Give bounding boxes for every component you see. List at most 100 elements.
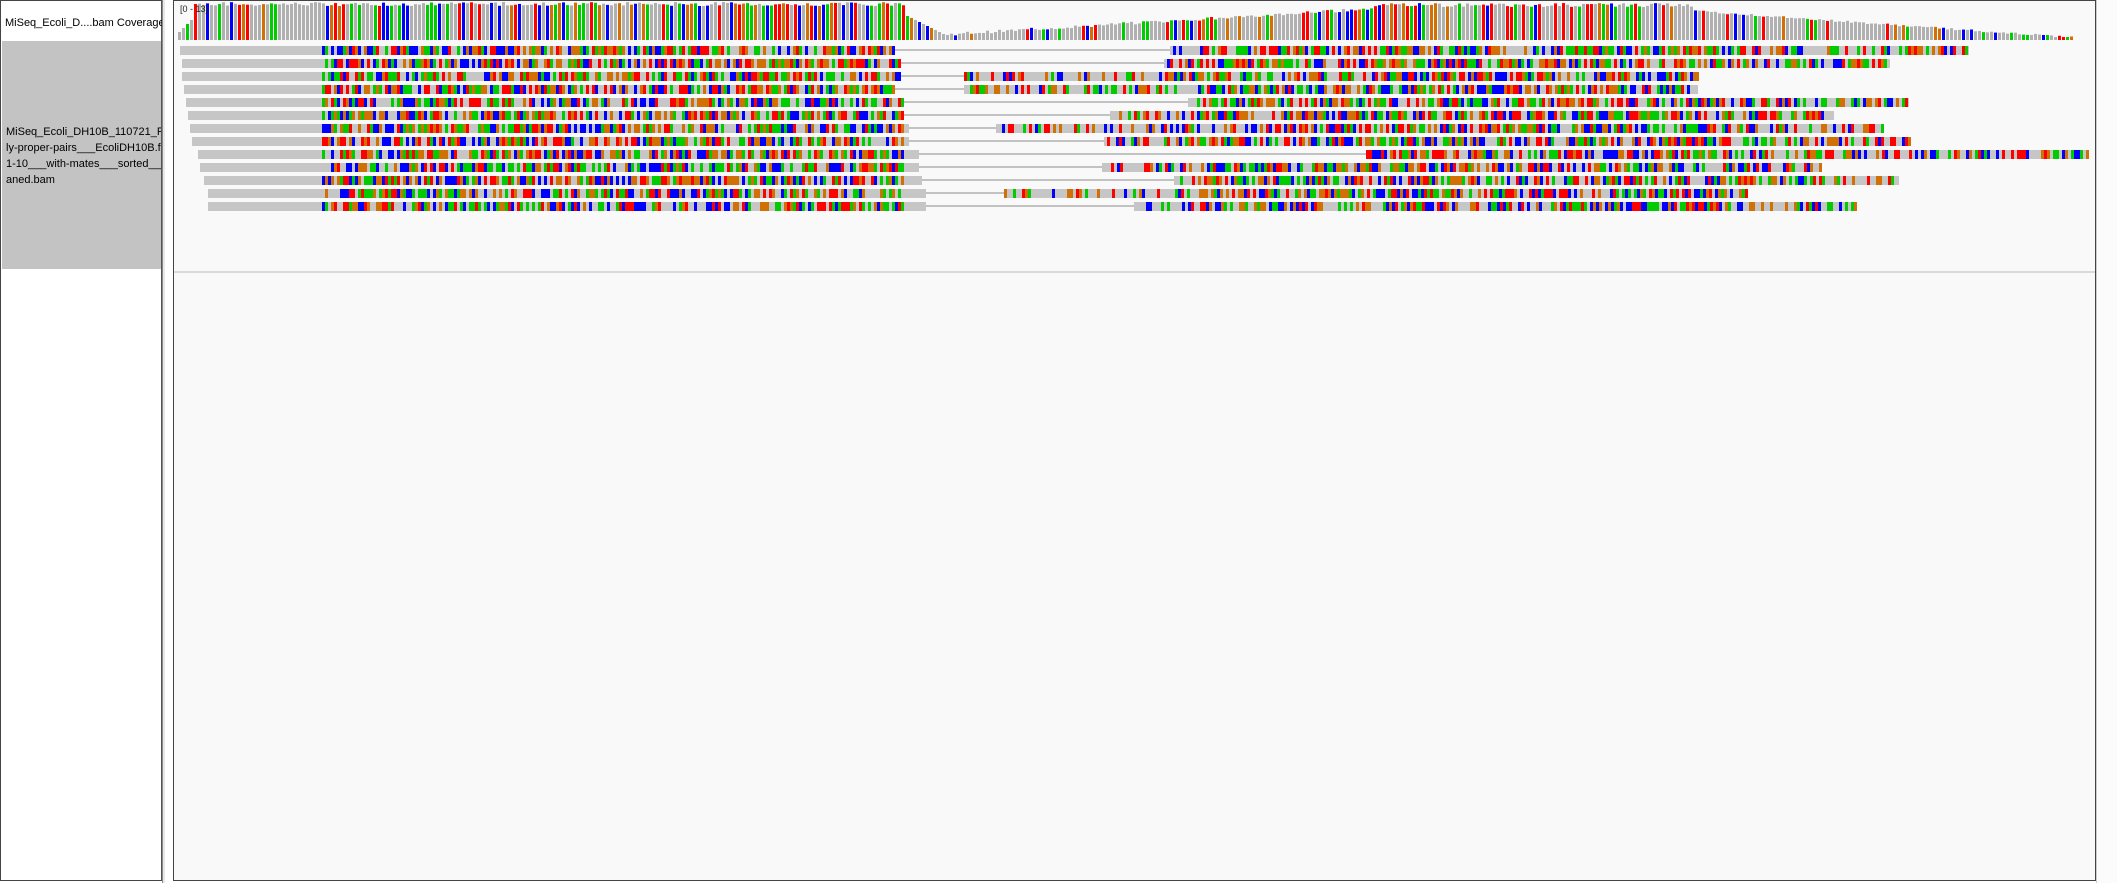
mismatch-base	[805, 111, 808, 120]
mismatch-base	[1333, 163, 1336, 172]
mismatch-base	[1704, 124, 1707, 133]
mismatch-base	[550, 124, 553, 133]
mismatch-base	[400, 46, 403, 55]
mismatch-base	[1605, 111, 1608, 120]
mismatch-base	[574, 85, 577, 94]
coverage-bar	[1010, 29, 1013, 40]
mismatch-base	[415, 176, 418, 185]
mismatch-base	[1722, 124, 1725, 133]
mismatch-base	[1617, 137, 1620, 146]
mismatch-base	[1893, 137, 1896, 146]
coverage-bar	[1478, 5, 1481, 41]
mismatch-base	[394, 189, 397, 198]
coverage-bar	[942, 34, 945, 40]
mismatch-base	[754, 176, 757, 185]
coverage-bar	[654, 2, 657, 40]
mismatch-base	[850, 163, 853, 172]
mismatch-base	[1294, 72, 1297, 81]
alignment-track-name[interactable]: MiSeq_Ecoli_DH10B_110721_PF ly-proper-pa…	[2, 41, 161, 269]
mismatch-base	[1710, 46, 1713, 55]
mismatch-base	[715, 85, 718, 94]
mismatch-base	[1602, 111, 1605, 120]
coverage-bar	[1854, 21, 1857, 40]
mismatch-base	[1540, 150, 1543, 159]
alignment-view[interactable]	[174, 1, 2095, 880]
coverage-bar	[446, 3, 449, 41]
mismatch-base	[967, 72, 970, 81]
mismatch-base	[376, 176, 379, 185]
mismatch-base	[451, 176, 454, 185]
mismatch-base	[1508, 189, 1511, 198]
mismatch-base	[1434, 59, 1437, 68]
mismatch-base	[679, 189, 682, 198]
mismatch-base	[412, 111, 415, 120]
mismatch-base	[1207, 85, 1210, 94]
mismatch-base	[1656, 46, 1659, 55]
mismatch-base	[1423, 85, 1426, 94]
coverage-bar	[490, 2, 493, 40]
mismatch-base	[1215, 98, 1218, 107]
coverage-bar	[246, 4, 249, 40]
mismatch-base	[1674, 124, 1677, 133]
mismatch-base	[2047, 150, 2050, 159]
mismatch-base	[1584, 46, 1587, 55]
mismatch-base	[691, 59, 694, 68]
coverage-bar	[410, 5, 413, 40]
mismatch-base	[1284, 59, 1287, 68]
mismatch-base	[1401, 202, 1404, 211]
coverage-bar	[1530, 6, 1533, 41]
mismatch-base	[358, 72, 361, 81]
mismatch-base	[898, 72, 901, 81]
mismatch-base	[1662, 46, 1665, 55]
mismatch-base	[352, 85, 355, 94]
mismatch-base	[1354, 176, 1357, 185]
mismatch-base	[325, 124, 328, 133]
vertical-scrollbar[interactable]	[2096, 0, 2117, 883]
mismatch-base	[826, 124, 829, 133]
mismatch-base	[1689, 111, 1692, 120]
mismatch-base	[784, 85, 787, 94]
mismatch-base	[619, 202, 622, 211]
mismatch-base	[1765, 163, 1768, 172]
mismatch-base	[397, 176, 400, 185]
mismatch-base	[1311, 137, 1314, 146]
mismatch-base	[1758, 46, 1761, 55]
coverage-bar	[602, 3, 605, 40]
mismatch-base	[1761, 202, 1764, 211]
coverage-bar	[2034, 33, 2037, 40]
coverage-bar	[1210, 16, 1213, 40]
mismatch-base	[1602, 124, 1605, 133]
mismatch-base	[1287, 124, 1290, 133]
mismatch-base	[1509, 124, 1512, 133]
panel-divider[interactable]	[162, 0, 165, 883]
mismatch-base	[1143, 111, 1146, 120]
mismatch-base	[454, 111, 457, 120]
mismatch-base	[1209, 202, 1212, 211]
mismatch-base	[706, 98, 709, 107]
mismatch-base	[394, 137, 397, 146]
mismatch-base	[1743, 137, 1746, 146]
mismatch-base	[1753, 176, 1756, 185]
mismatch-base	[829, 85, 832, 94]
mismatch-base	[703, 124, 706, 133]
mismatch-base	[1815, 202, 1818, 211]
mismatch-base	[1188, 137, 1191, 146]
mismatch-base	[1554, 202, 1557, 211]
mismatch-base	[1458, 137, 1461, 146]
coverage-track-name[interactable]: MiSeq_Ecoli_D....bam Coverage	[5, 17, 165, 29]
coverage-bar	[1222, 17, 1225, 40]
data-panel[interactable]: [0 - 13]	[173, 0, 2096, 881]
mismatch-base	[1564, 176, 1567, 185]
mismatch-base	[496, 124, 499, 133]
mismatch-base	[1680, 137, 1683, 146]
mismatch-base	[724, 202, 727, 211]
mismatch-base	[1674, 98, 1677, 107]
mismatch-base	[343, 98, 346, 107]
mismatch-base	[373, 163, 376, 172]
mismatch-base	[445, 59, 448, 68]
mismatch-base	[382, 189, 385, 198]
mismatch-base	[847, 137, 850, 146]
coverage-bar	[402, 3, 405, 40]
mismatch-base	[343, 137, 346, 146]
mismatch-base	[1237, 163, 1240, 172]
